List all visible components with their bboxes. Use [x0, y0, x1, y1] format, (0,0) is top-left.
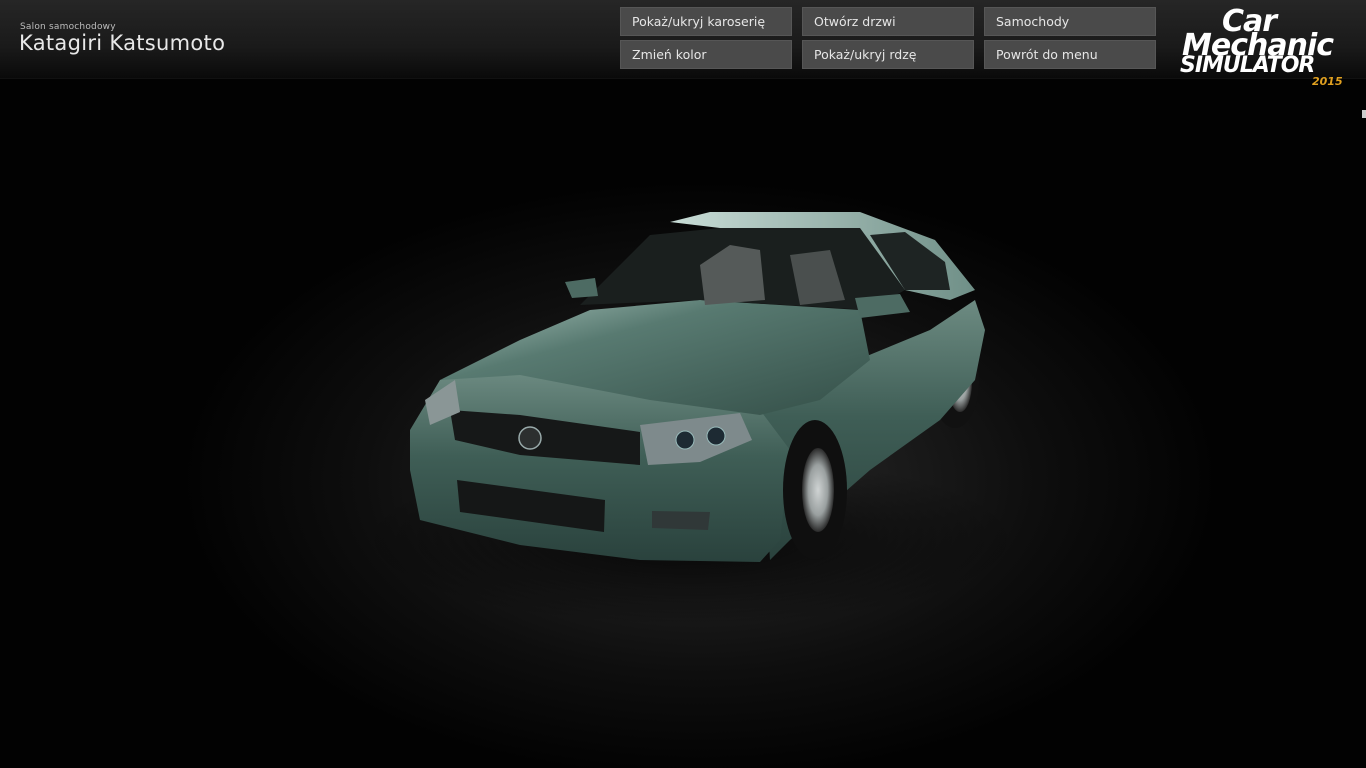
change-color-button[interactable]: Zmień kolor	[620, 40, 792, 69]
show-hide-rust-button[interactable]: Pokaż/ukryj rdzę	[802, 40, 974, 69]
car-badge	[518, 426, 542, 450]
edge-indicator	[1362, 110, 1366, 118]
left-mirror	[565, 278, 598, 298]
right-mirror	[855, 294, 910, 318]
top-bar: Salon samochodowy Katagiri Katsumoto Pok…	[0, 0, 1366, 79]
logo-line-simulator: SIMULATOR	[1180, 53, 1315, 78]
game-logo: Car Mechanic SIMULATOR 2015	[1176, 6, 1348, 92]
cars-button[interactable]: Samochody	[984, 7, 1156, 36]
showroom-scene[interactable]: Salon samochodowy Katagiri Katsumoto Pok…	[0, 0, 1366, 768]
showroom-title: Katagiri Katsumoto	[19, 31, 226, 55]
open-doors-button[interactable]: Otwórz drzwi	[802, 7, 974, 36]
car-model[interactable]	[0, 0, 1366, 768]
logo-year: 2015	[1312, 75, 1343, 88]
back-to-menu-button[interactable]: Powrót do menu	[984, 40, 1156, 69]
show-hide-body-button[interactable]: Pokaż/ukryj karoserię	[620, 7, 792, 36]
fog-light	[652, 511, 710, 530]
